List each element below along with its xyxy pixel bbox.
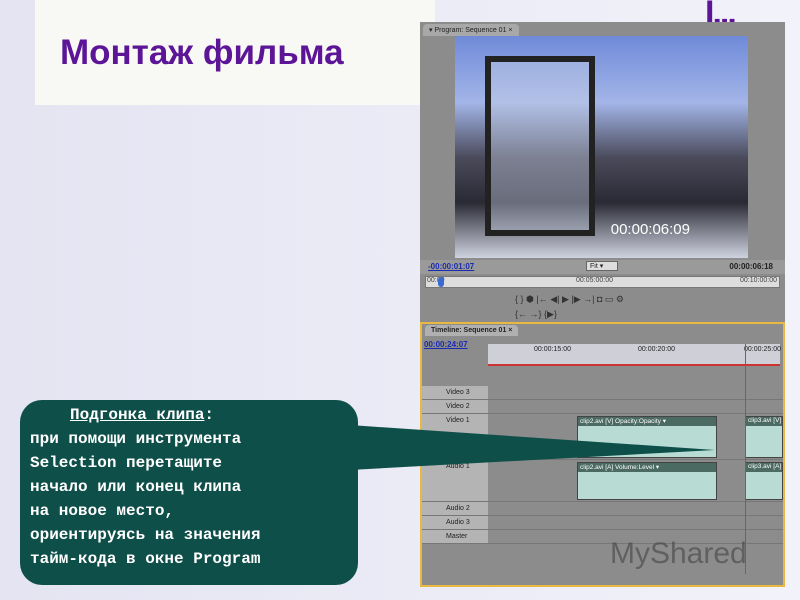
watermark: MyShared [610, 537, 747, 570]
callout-box: Подгонка клипа: при помощи инструмента S… [20, 400, 358, 585]
callout-line: тайм-кода в окне Program [30, 550, 261, 568]
callout-line: начало или конец клипа [30, 478, 242, 496]
callout-line: Selection перетащите [30, 454, 223, 472]
callout-line: ориентируясь на значения [30, 526, 261, 544]
callout-line: при помощи инструмента [30, 430, 242, 448]
callout-heading: Подгонка клипа [70, 406, 205, 424]
callout-line: на новое место, [30, 502, 175, 520]
